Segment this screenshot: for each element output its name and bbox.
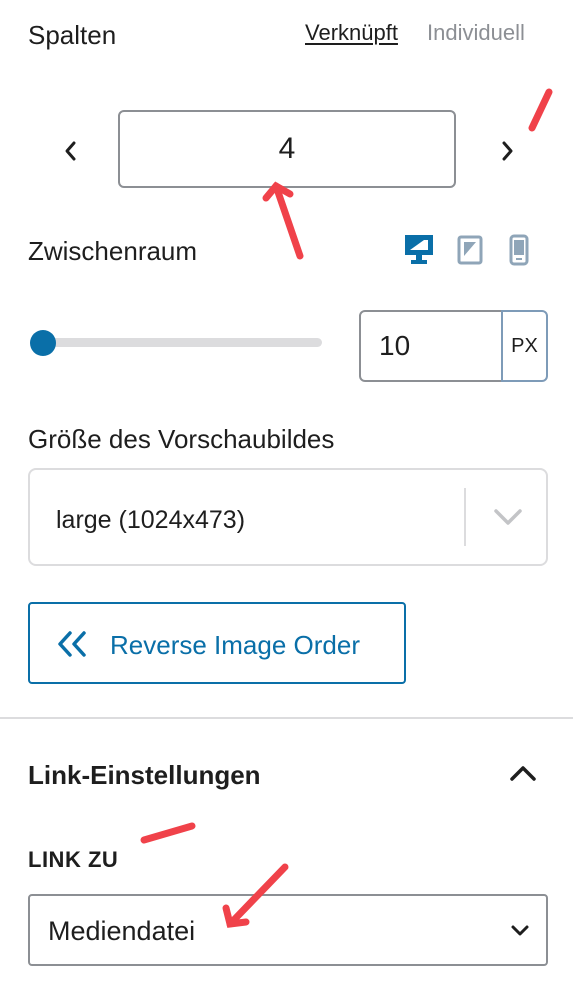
- annotation-arrow: [528, 88, 553, 132]
- columns-value-field[interactable]: 4: [118, 110, 456, 188]
- reverse-button-label: Reverse Image Order: [110, 630, 360, 660]
- thumbnail-size-label: Größe des Vorschaubildes: [28, 424, 335, 454]
- link-settings-title: Link-Einstellungen: [28, 760, 261, 790]
- chevron-down-icon: [511, 925, 529, 936]
- thumbnail-size-select[interactable]: large (1024x473): [28, 468, 548, 566]
- double-chevron-left-icon: [58, 631, 86, 657]
- thumbnail-size-value: large (1024x473): [56, 506, 246, 534]
- gap-label: Zwischenraum: [28, 236, 198, 266]
- gap-slider-thumb[interactable]: [30, 330, 56, 356]
- gap-unit-selector[interactable]: PX: [501, 310, 548, 382]
- chevron-right-icon: [502, 141, 513, 161]
- link-to-label: LINK ZU: [28, 847, 119, 872]
- gap-slider-track[interactable]: [30, 338, 322, 347]
- chevron-up-icon[interactable]: [504, 756, 542, 790]
- tab-individual[interactable]: Individuell: [427, 20, 525, 46]
- section-divider: [0, 717, 573, 719]
- annotation-arrow: [262, 181, 304, 260]
- reverse-image-order-button[interactable]: Reverse Image Order: [28, 602, 406, 684]
- desktop-icon[interactable]: [404, 234, 434, 266]
- chevron-left-icon: [65, 141, 76, 161]
- tab-linked[interactable]: Verknüpft: [305, 20, 398, 46]
- link-to-value: Mediendatei: [48, 916, 196, 946]
- link-to-select[interactable]: Mediendatei: [28, 894, 548, 966]
- tablet-icon[interactable]: [456, 234, 486, 266]
- chevron-down-icon: [494, 509, 522, 525]
- next-column-button[interactable]: [488, 130, 528, 172]
- mobile-icon[interactable]: [506, 234, 536, 266]
- annotation-arrow: [140, 822, 196, 844]
- previous-column-button[interactable]: [50, 130, 90, 172]
- gap-value-input[interactable]: 10: [359, 310, 503, 382]
- columns-label: Spalten: [28, 20, 117, 50]
- select-divider: [464, 488, 466, 546]
